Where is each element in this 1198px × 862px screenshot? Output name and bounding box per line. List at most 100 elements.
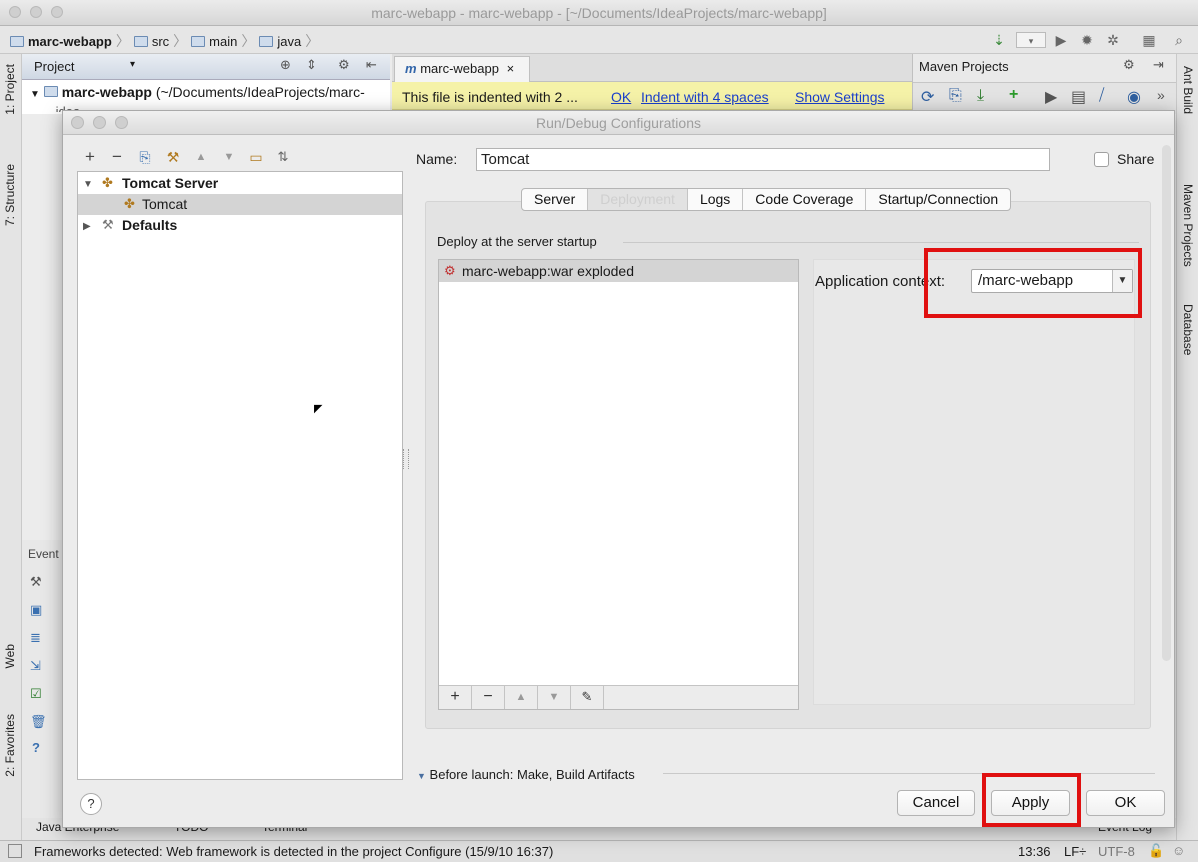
more-icon[interactable]: » [1157, 87, 1165, 103]
show-settings-link[interactable]: Show Settings [795, 89, 885, 105]
add-configuration-icon[interactable]: + [80, 147, 100, 167]
cancel-button[interactable]: Cancel [897, 790, 975, 816]
filter-icon[interactable]: ≣ [30, 630, 41, 646]
wrench-icon: ⚒ [102, 217, 114, 232]
chevron-right-icon[interactable]: ▶ [83, 216, 91, 237]
remove-configuration-icon[interactable]: − [107, 147, 127, 167]
name-label: Name: [416, 151, 458, 167]
tomcat-icon: ✤ [124, 196, 135, 211]
collapse-all-icon[interactable]: ⇕ [306, 57, 317, 73]
maven-panel-title: Maven Projects [919, 59, 1009, 74]
project-root-row[interactable]: ▼ marc-webapp (~/Documents/IdeaProjects/… [30, 84, 365, 100]
help-icon[interactable]: ? [32, 740, 40, 755]
artifact-row[interactable]: ⚙ marc-webapp:war exploded [439, 260, 798, 282]
help-button[interactable]: ? [80, 793, 102, 815]
move-up-icon[interactable]: ▲ [505, 686, 538, 709]
close-icon[interactable]: × [507, 61, 515, 76]
share-checkbox[interactable] [1094, 152, 1109, 167]
scroll-from-source-icon[interactable]: ⊕ [280, 57, 291, 73]
tree-group-defaults[interactable]: ▶ ⚒ Defaults [78, 215, 402, 236]
hide-panel-icon[interactable]: ⇤ [366, 57, 377, 73]
hide-panel-icon[interactable]: ⇥ [1153, 57, 1164, 73]
breadcrumb-item-project[interactable]: marc-webapp [28, 34, 112, 49]
add-artifact-icon[interactable]: + [439, 686, 472, 709]
indent-4-spaces-link[interactable]: Indent with 4 spaces [641, 89, 769, 105]
tool-window-toggle-icon[interactable] [8, 844, 22, 858]
file-encoding[interactable]: UTF-8 [1098, 844, 1135, 859]
folder-icon[interactable]: ▭ [246, 147, 266, 167]
tree-item-tomcat[interactable]: ✤ Tomcat [78, 194, 402, 215]
tab-startup-connection[interactable]: Startup/Connection [866, 189, 1010, 210]
chevron-down-icon[interactable]: ▾ [130, 59, 135, 70]
mouse-cursor-icon: ◤ [314, 403, 323, 415]
ok-button[interactable]: OK [1086, 790, 1165, 816]
skip-tests-icon[interactable]: ⧸ [1099, 87, 1104, 105]
chevron-down-icon[interactable]: ▼ [83, 174, 93, 195]
balloon-icon[interactable]: ▣ [30, 602, 42, 618]
left-tool-strip: 1: Project 7: Structure Web 2: Favorites [0, 54, 22, 840]
lifecycle-icon[interactable]: ◉ [1127, 87, 1141, 107]
window-title: marc-webapp - marc-webapp - [~/Documents… [371, 5, 827, 21]
dialog-scrollbar[interactable] [1162, 145, 1171, 661]
run-goal-icon[interactable]: ▶ [1045, 87, 1057, 107]
move-down-icon[interactable]: ▼ [538, 686, 571, 709]
sort-icon[interactable]: ⇅ [273, 147, 293, 167]
move-down-icon[interactable]: ▼ [219, 147, 239, 167]
folder-icon [259, 35, 274, 47]
tab-deployment[interactable]: Deployment [588, 189, 688, 210]
inspector-icon[interactable]: ☺ [1172, 843, 1185, 858]
breadcrumb-item-src[interactable]: src [152, 34, 169, 49]
tab-ant-build[interactable]: Ant Build [1181, 66, 1195, 114]
move-up-icon[interactable]: ▲ [191, 147, 211, 167]
banner-ok-link[interactable]: OK [611, 89, 631, 105]
gear-icon[interactable]: ⚙ [338, 57, 350, 73]
search-icon[interactable]: ⌕ [1170, 32, 1188, 48]
tree-group-tomcat-server[interactable]: ▼ ✤ Tomcat Server [78, 173, 402, 194]
tab-code-coverage[interactable]: Code Coverage [743, 189, 867, 210]
tab-server[interactable]: Server [522, 189, 589, 210]
generate-sources-icon[interactable]: ⎘ [949, 87, 962, 105]
tab-favorites[interactable]: 2: Favorites [3, 714, 17, 777]
project-view-selector[interactable]: Project [34, 59, 74, 74]
tab-web[interactable]: Web [3, 644, 17, 668]
settings-icon[interactable]: ⚒ [30, 574, 42, 590]
status-message[interactable]: Frameworks detected: Web framework is de… [34, 844, 553, 859]
edit-pencil-icon[interactable]: ✎ [571, 686, 604, 709]
reimport-icon[interactable]: ⟳ [921, 87, 934, 107]
scroll-to-end-icon[interactable]: ⇲ [30, 658, 41, 674]
breadcrumb-item-main[interactable]: main [209, 34, 237, 49]
line-separator[interactable]: LF÷ [1064, 844, 1086, 859]
gear-icon[interactable]: ⚙ [1123, 57, 1135, 73]
tab-structure[interactable]: 7: Structure [3, 164, 17, 226]
run-config-dropdown[interactable]: ▾ [1016, 32, 1046, 48]
folder-icon [191, 35, 206, 47]
window-titlebar: marc-webapp - marc-webapp - [~/Documents… [0, 0, 1198, 26]
download-icon[interactable]: ⤓ [977, 87, 984, 105]
debug-icon[interactable]: ✹ [1078, 32, 1096, 48]
copy-configuration-icon[interactable]: ⎘ [135, 147, 155, 167]
editor-tab-pom[interactable]: m marc-webapp × [394, 56, 530, 82]
before-launch-section[interactable]: ▼ Before launch: Make, Build Artifacts [417, 767, 635, 782]
make-project-icon[interactable]: ⇣ [990, 32, 1008, 48]
remove-artifact-icon[interactable]: − [472, 686, 505, 709]
toggle-offline-icon[interactable]: ▤ [1071, 87, 1086, 107]
name-field[interactable]: Tomcat [476, 148, 1050, 171]
add-icon[interactable]: + [1009, 86, 1018, 104]
tab-logs[interactable]: Logs [688, 189, 744, 210]
breadcrumb-item-java[interactable]: java [277, 34, 301, 49]
deploy-section-label: Deploy at the server startup [437, 234, 597, 249]
edit-defaults-icon[interactable]: ⚒ [163, 147, 183, 167]
caret-position[interactable]: 13:36 [1018, 844, 1051, 859]
run-icon[interactable]: ▶ [1052, 32, 1070, 48]
trash-icon[interactable]: 🗑 [30, 714, 47, 730]
tab-project[interactable]: 1: Project [3, 64, 17, 115]
project-structure-icon[interactable]: ▦ [1140, 32, 1158, 48]
tree-group-label: Tomcat Server [122, 175, 219, 191]
lock-icon[interactable]: 🔓 [1148, 843, 1164, 859]
tab-database[interactable]: Database [1181, 304, 1195, 355]
splitter-handle[interactable] [403, 449, 409, 469]
project-root-path: (~/Documents/IdeaProjects/marc- [155, 84, 365, 100]
mark-read-icon[interactable]: ☑ [30, 686, 42, 702]
coverage-icon[interactable]: ✲ [1104, 32, 1122, 48]
tab-maven-projects[interactable]: Maven Projects [1181, 184, 1195, 267]
